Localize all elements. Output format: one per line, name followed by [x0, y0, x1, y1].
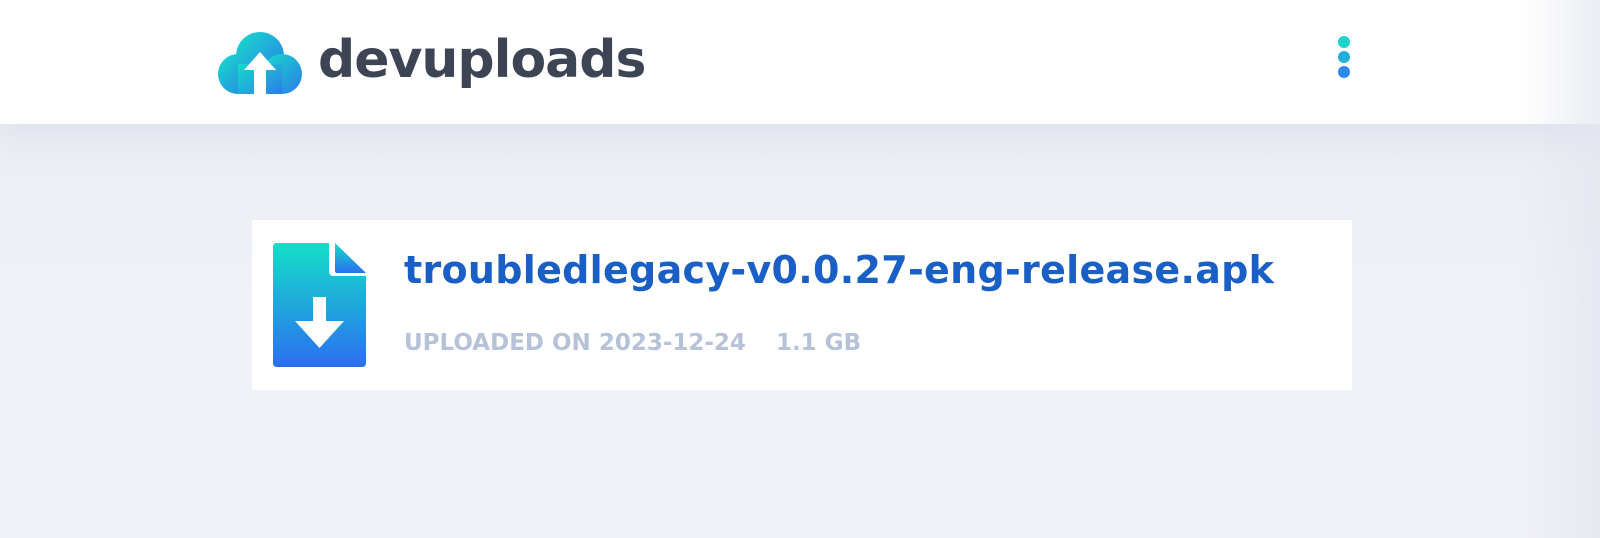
menu-dot — [1338, 51, 1350, 63]
top-bar: devuploads — [0, 0, 1600, 124]
file-card: troubledlegacy-v0.0.27-eng-release.apk U… — [252, 220, 1352, 390]
brand-link[interactable]: devuploads — [218, 28, 646, 98]
cloud-upload-icon — [218, 32, 302, 94]
file-size: 1.1 GB — [775, 330, 862, 356]
brand-name: devuploads — [318, 30, 646, 90]
kebab-menu-icon[interactable] — [1332, 36, 1356, 86]
file-download-icon — [273, 243, 366, 367]
menu-dot — [1338, 36, 1350, 48]
upload-date: UPLOADED ON 2023-12-24 — [404, 330, 746, 356]
file-name-link[interactable]: troubledlegacy-v0.0.27-eng-release.apk — [404, 248, 1274, 294]
file-meta: UPLOADED ON 2023-12-24 1.1 GB — [404, 330, 861, 356]
menu-dot — [1338, 66, 1350, 78]
page: devuploads troubledlegacy-v0.0.27-eng-re… — [0, 0, 1600, 538]
